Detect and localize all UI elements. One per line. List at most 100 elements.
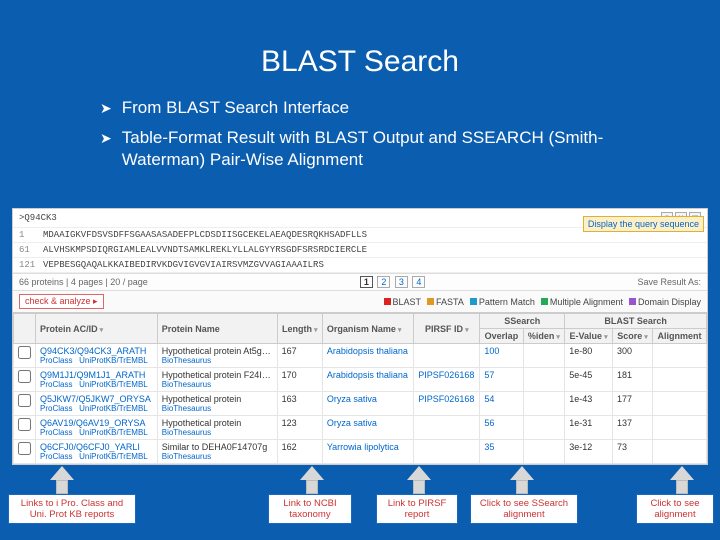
col-protein-name[interactable]: Protein Name [157,314,277,344]
overlap-link[interactable]: 57 [484,370,494,380]
cell-length: 123 [277,416,322,440]
pager-bar: 66 proteins | 4 pages | 20 / page 1 2 3 … [13,273,707,291]
cell-protein-name: Hypothetical protein At5g…BioThesaurus [157,344,277,368]
slide-title: BLAST Search [0,0,720,97]
result-summary: 66 proteins | 4 pages | 20 / page [19,277,148,287]
page-link[interactable]: 1 [360,276,373,288]
overlap-link[interactable]: 35 [484,442,494,452]
row-checkbox[interactable] [18,346,31,359]
arrow-up-icon [510,466,534,494]
organism-link[interactable]: Arabidopsis thaliana [327,346,408,356]
cell-length: 162 [277,440,322,464]
uniprot-link[interactable]: UniProtKB/TrEMBL [79,380,148,389]
uniprot-link[interactable]: UniProtKB/TrEMBL [79,452,148,461]
cell-overlap: 35 [480,440,523,464]
table-row: Q94CK3/Q94CK3_ARATHProClass UniProtKB/Tr… [14,344,707,368]
col-pctiden[interactable]: %iden▾ [523,329,565,344]
cell-acid: Q94CK3/Q94CK3_ARATHProClass UniProtKB/Tr… [36,344,158,368]
action-bar: check & analyze ▸ BLAST FASTA Pattern Ma… [13,291,707,313]
uniprot-link[interactable]: UniProtKB/TrEMBL [79,428,148,437]
page-link[interactable]: 2 [377,276,390,288]
sequence-line: 61ALVHSKMPSDIQRGIAMLEALVVNDTSAMKLREKLYLL… [13,243,707,258]
proclass-link[interactable]: ProClass [40,356,72,365]
cell-organism: Yarrowia lipolytica [322,440,413,464]
legend-item: Domain Display [629,297,701,307]
col-length[interactable]: Length▾ [277,314,322,344]
protein-ac-link[interactable]: Q94CK3/Q94CK3_ARATH [40,346,146,356]
pirsf-link[interactable]: PIPSF026168 [418,370,474,380]
col-checkbox [14,314,36,344]
col-acid[interactable]: Protein AC/ID▾ [36,314,158,344]
cell-overlap: 54 [480,392,523,416]
legend-item: Multiple Alignment [541,297,623,307]
swatch-icon [384,298,391,305]
cell-protein-name: Hypothetical protein F24I…BioThesaurus [157,368,277,392]
callout-ncbi-taxonomy: Link to NCBI taxonomy [268,494,352,524]
cell-pctiden [523,344,565,368]
bullet-item: ➤ Table-Format Result with BLAST Output … [100,127,650,171]
page-link[interactable]: 4 [412,276,425,288]
row-checkbox[interactable] [18,418,31,431]
cell-score: 137 [612,416,652,440]
biothesaurus-link[interactable]: BioThesaurus [162,380,211,389]
proclass-link[interactable]: ProClass [40,404,72,413]
protein-ac-link[interactable]: Q5JKW7/Q5JKW7_ORYSA [40,394,151,404]
col-pirsf[interactable]: PIRSF ID▾ [414,314,480,344]
biothesaurus-link[interactable]: BioThesaurus [162,452,211,461]
cell-pctiden [523,392,565,416]
cell-pctiden [523,368,565,392]
callout-ssearch-alignment: Click to see SSearch alignment [470,494,578,524]
callout-proclass-uniprot: Links to i Pro. Class and Uni. Prot KB r… [8,494,136,524]
cell-pirsf: PIPSF026168 [414,368,480,392]
col-organism[interactable]: Organism Name▾ [322,314,413,344]
col-alignment[interactable]: Alignment [653,329,707,344]
organism-link[interactable]: Oryza sativa [327,418,377,428]
cell-evalue: 3e-12 [565,440,613,464]
row-checkbox[interactable] [18,442,31,455]
row-checkbox[interactable] [18,370,31,383]
cell-pctiden [523,416,565,440]
biothesaurus-link[interactable]: BioThesaurus [162,428,211,437]
table-row: Q9M1J1/Q9M1J1_ARATHProClass UniProtKB/Tr… [14,368,707,392]
overlap-link[interactable]: 54 [484,394,494,404]
organism-link[interactable]: Oryza sativa [327,394,377,404]
cell-length: 170 [277,368,322,392]
sequence-line: 121VEPBESGQAQALKKAIBEDIRVKDGVIGVGVIAIRSV… [13,258,707,273]
table-row: Q6AV19/Q6AV19_ORYSAProClass UniProtKB/Tr… [14,416,707,440]
callout-display-query: Display the query sequence [583,216,704,232]
pirsf-link[interactable]: PIPSF026168 [418,394,474,404]
protein-ac-link[interactable]: Q6CFJ0/Q6CFJ0_YARLI [40,442,140,452]
proclass-link[interactable]: ProClass [40,428,72,437]
col-overlap[interactable]: Overlap [480,329,523,344]
organism-link[interactable]: Yarrowia lipolytica [327,442,399,452]
bullet-text: Table-Format Result with BLAST Output an… [122,127,650,171]
protein-ac-link[interactable]: Q9M1J1/Q9M1J1_ARATH [40,370,145,380]
col-score[interactable]: Score▾ [612,329,652,344]
biothesaurus-link[interactable]: BioThesaurus [162,404,211,413]
col-evalue[interactable]: E-Value▾ [565,329,613,344]
page-link[interactable]: 3 [395,276,408,288]
overlap-link[interactable]: 100 [484,346,499,356]
organism-link[interactable]: Arabidopsis thaliana [327,370,408,380]
cell-alignment [653,368,707,392]
cell-evalue: 1e-80 [565,344,613,368]
check-analyze-button[interactable]: check & analyze ▸ [19,294,104,309]
row-checkbox[interactable] [18,394,31,407]
protein-ac-link[interactable]: Q6AV19/Q6AV19_ORYSA [40,418,146,428]
proclass-link[interactable]: ProClass [40,452,72,461]
legend-item: FASTA [427,297,464,307]
cell-protein-name: Similar to DEHA0F14707gBioThesaurus [157,440,277,464]
results-panel: >Q94CK3 ↧ × □ 1MDAAIGKVFDSVSDFFSGAASASAD… [12,208,708,465]
cell-length: 163 [277,392,322,416]
overlap-link[interactable]: 56 [484,418,494,428]
query-id: >Q94CK3 [19,213,57,223]
proclass-link[interactable]: ProClass [40,380,72,389]
uniprot-link[interactable]: UniProtKB/TrEMBL [79,356,148,365]
cell-protein-name: Hypothetical proteinBioThesaurus [157,416,277,440]
callout-pirsf-report: Link to PIRSF report [376,494,458,524]
uniprot-link[interactable]: UniProtKB/TrEMBL [79,404,148,413]
callout-blast-alignment: Click to see alignment [636,494,714,524]
biothesaurus-link[interactable]: BioThesaurus [162,356,211,365]
cell-organism: Oryza sativa [322,392,413,416]
cell-alignment [653,344,707,368]
